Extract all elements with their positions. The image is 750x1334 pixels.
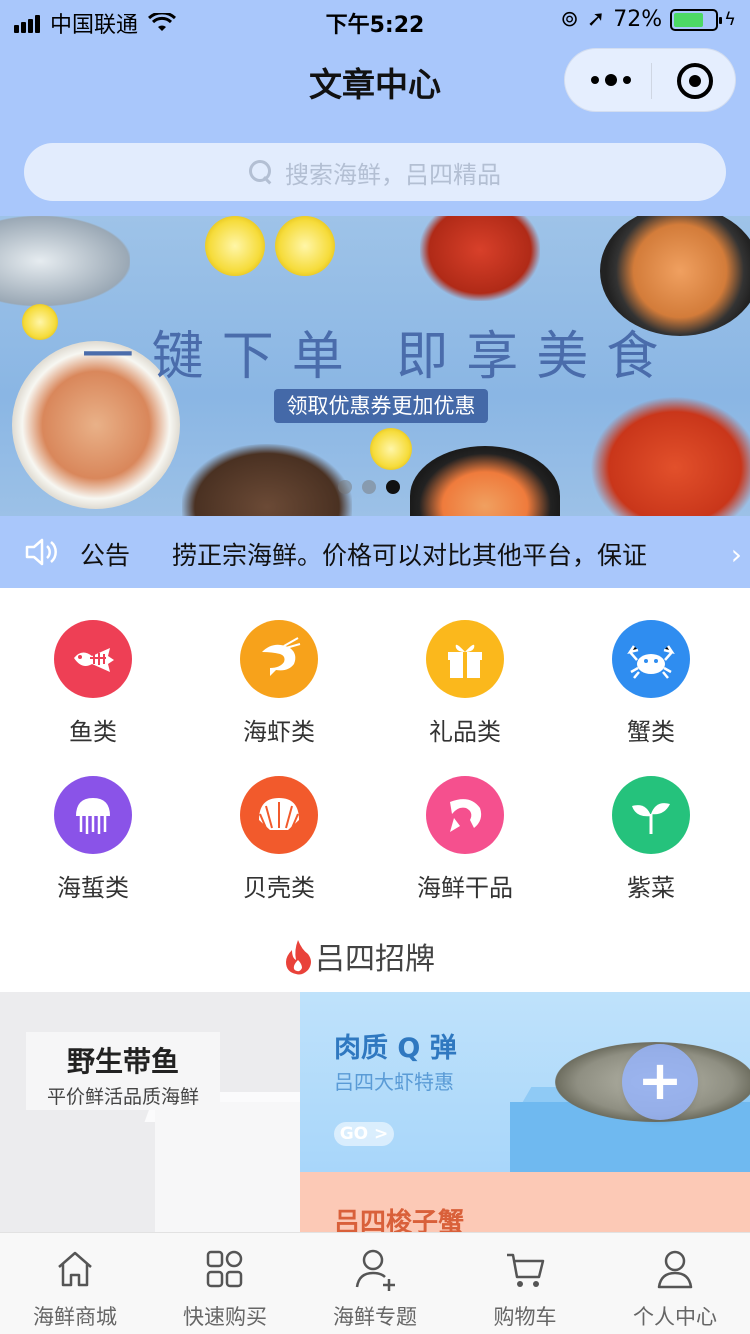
header-area: 中国联通 下午5:22 ⊚ ➚ 72% ϟ 文章中心 搜索海鲜，吕四精品 <box>0 0 750 216</box>
search-placeholder: 搜索海鲜，吕四精品 <box>285 160 501 189</box>
lemon-image <box>205 216 265 276</box>
lobster-image <box>420 216 540 301</box>
mini-program-capsule <box>564 48 736 112</box>
tab-label: 快速购买 <box>183 1305 267 1329</box>
section-title: 吕四招牌 <box>315 942 435 977</box>
gift-icon <box>426 620 504 698</box>
category-dried-seafood[interactable]: 海鲜干品 <box>372 776 558 903</box>
category-label: 贝壳类 <box>243 874 315 902</box>
search-input[interactable]: 搜索海鲜，吕四精品 <box>24 143 726 201</box>
person-icon <box>657 1250 693 1289</box>
crab-image <box>590 396 750 516</box>
shrimp-bowl-image <box>410 446 560 516</box>
category-shrimp[interactable]: 海虾类 <box>186 620 372 747</box>
dried-seafood-icon <box>426 776 504 854</box>
tab-label: 购物车 <box>493 1305 557 1329</box>
shell-icon <box>240 776 318 854</box>
category-label: 海蜇类 <box>57 874 129 902</box>
jellyfish-icon <box>54 776 132 854</box>
tab-label: 海鲜专题 <box>333 1305 417 1329</box>
banner-slogan: 一键下单 即享美食 <box>81 327 677 387</box>
capsule-divider <box>651 63 652 99</box>
home-icon <box>58 1251 92 1287</box>
notice-text: 捞正宗海鲜。价格可以对比其他平台，保证 <box>172 541 648 570</box>
orientation-lock-icon: ⊚ <box>560 7 579 32</box>
shrimp-icon <box>240 620 318 698</box>
tab-quick-buy[interactable]: 快速购买 <box>150 1233 300 1334</box>
category-fish[interactable]: 鱼类 <box>0 620 186 747</box>
tab-label: 个人中心 <box>633 1305 717 1329</box>
category-crab[interactable]: 蟹类 <box>558 620 744 747</box>
category-label: 紫菜 <box>627 874 675 902</box>
lemon-image <box>275 216 335 276</box>
promo-subtitle: 吕四大虾特惠 <box>334 1070 454 1094</box>
tab-profile[interactable]: 个人中心 <box>600 1233 750 1334</box>
tab-seafood-topic[interactable]: 海鲜专题 <box>300 1233 450 1334</box>
grid-icon <box>206 1250 243 1288</box>
carousel-indicator <box>338 480 400 494</box>
crab-icon <box>612 620 690 698</box>
category-label: 礼品类 <box>429 718 501 746</box>
category-label: 鱼类 <box>69 718 117 746</box>
banner-carousel[interactable]: 一键下单 即享美食 领取优惠券更加优惠 <box>0 216 750 516</box>
notice-label: 公告 <box>80 541 131 570</box>
search-icon <box>249 160 273 184</box>
status-bar: 中国联通 下午5:22 ⊚ ➚ 72% ϟ <box>0 0 750 40</box>
lemon-image <box>370 428 412 470</box>
promo-text-card: 野生带鱼 平价鲜活品质海鲜 <box>26 1032 220 1110</box>
promo-card-ribbonfish[interactable]: 野生带鱼 平价鲜活品质海鲜 <box>0 992 300 1232</box>
category-shell[interactable]: 贝壳类 <box>186 776 372 903</box>
carousel-dot[interactable] <box>338 480 352 494</box>
tab-label: 海鲜商城 <box>33 1305 117 1329</box>
category-label: 海虾类 <box>243 718 315 746</box>
tab-seafood-mall[interactable]: 海鲜商城 <box>0 1233 150 1334</box>
chevron-right-icon[interactable]: › <box>731 538 742 571</box>
category-gift[interactable]: 礼品类 <box>372 620 558 747</box>
fish-bone-icon <box>54 620 132 698</box>
carousel-dot[interactable] <box>362 480 376 494</box>
sea-cucumber-image <box>182 444 352 516</box>
charging-icon: ϟ <box>724 9 736 30</box>
promo-title: 肉质 Q 弹 <box>334 1033 457 1064</box>
promo-title: 吕四梭子蟹 <box>334 1208 465 1232</box>
add-floating-button[interactable]: + <box>622 1044 698 1120</box>
promo-card-crab[interactable]: 吕四梭子蟹 <box>300 1172 750 1232</box>
promo-subtitle: 平价鲜活品质海鲜 <box>46 1086 199 1108</box>
promo-title: 野生带鱼 <box>66 1045 179 1078</box>
notice-bar[interactable]: 公告 捞正宗海鲜。价格可以对比其他平台，保证 › <box>0 516 750 588</box>
tab-bar: 海鲜商城 快速购买 海鲜专题 购物车 个人中心 <box>0 1232 750 1334</box>
go-button[interactable]: GO > <box>334 1122 394 1146</box>
close-target-icon[interactable] <box>677 63 713 99</box>
tab-cart[interactable]: 购物车 <box>450 1233 600 1334</box>
battery-percent: 72% <box>613 7 663 32</box>
more-icon[interactable] <box>591 69 631 91</box>
promo-box <box>155 1102 300 1232</box>
cart-icon <box>507 1253 545 1287</box>
category-label: 蟹类 <box>627 718 675 746</box>
carousel-dot[interactable] <box>386 480 400 494</box>
category-label: 海鲜干品 <box>417 874 513 902</box>
user-add-icon <box>355 1249 395 1291</box>
category-jellyfish[interactable]: 海蜇类 <box>0 776 186 903</box>
speaker-icon <box>25 538 57 566</box>
fish-image <box>0 216 130 306</box>
category-seaweed[interactable]: 紫菜 <box>558 776 744 903</box>
location-icon: ➚ <box>586 7 606 32</box>
sprout-icon <box>612 776 690 854</box>
battery-icon <box>670 8 723 31</box>
coupon-button[interactable]: 领取优惠券更加优惠 <box>274 389 488 423</box>
